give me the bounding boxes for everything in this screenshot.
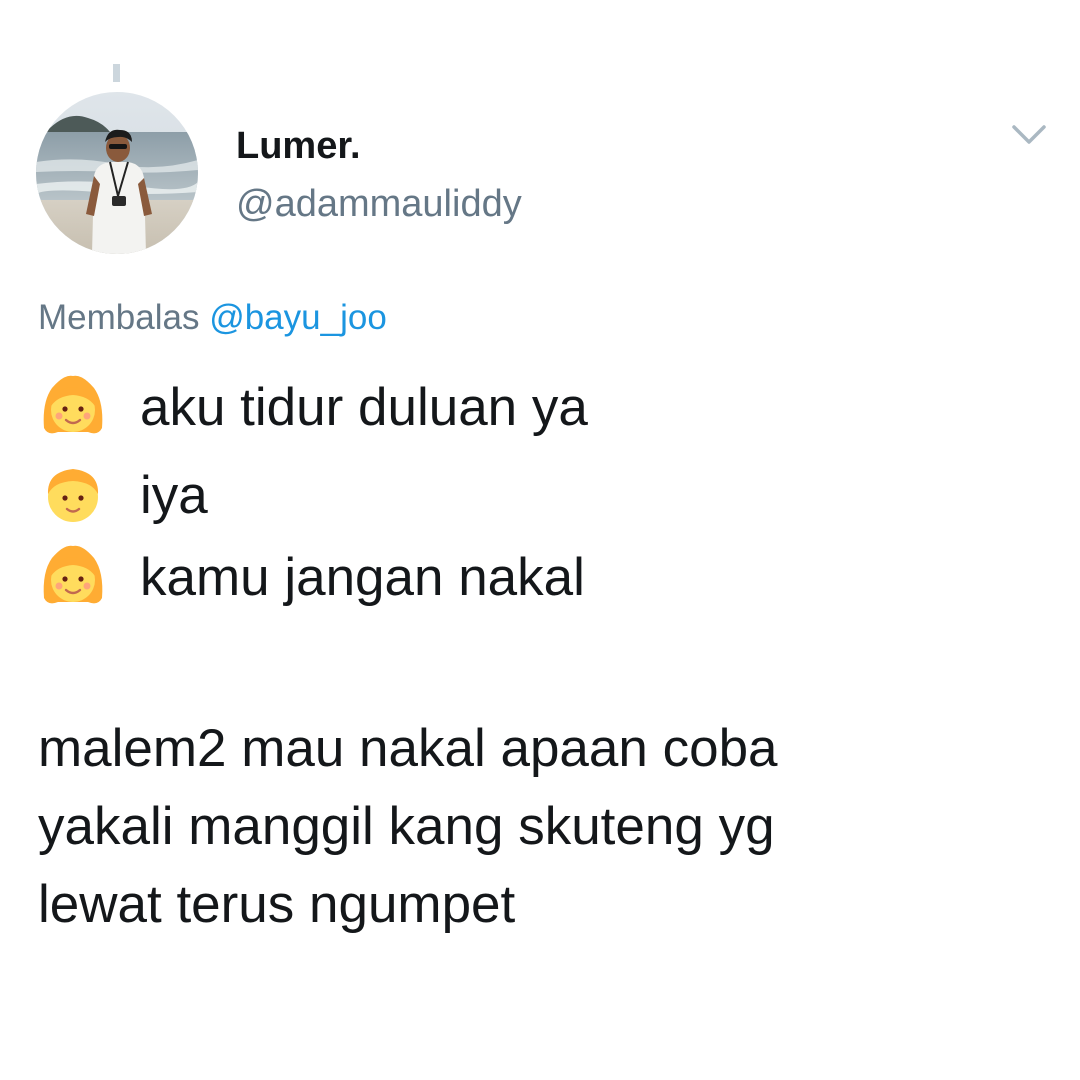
- author-handle[interactable]: @adammauliddy: [236, 183, 522, 226]
- chat-message: aku tidur duluan ya: [140, 377, 588, 437]
- chat-message: iya: [140, 465, 208, 525]
- tweet-body-line: lewat terus ngumpet: [38, 875, 516, 934]
- chat-line: iya: [38, 460, 208, 530]
- avatar[interactable]: [36, 92, 198, 254]
- tweet-body-line: malem2 mau nakal apaan coba: [38, 719, 778, 778]
- girl-emoji-icon: [38, 372, 108, 442]
- author-display-name[interactable]: Lumer.: [236, 125, 361, 168]
- tweet-body: malem2 mau nakal apaan coba yakali mangg…: [38, 710, 1038, 944]
- girl-emoji-icon: [38, 542, 108, 612]
- tweet-menu-button[interactable]: [1010, 122, 1048, 148]
- boy-emoji-icon: [38, 460, 108, 530]
- chat-line: kamu jangan nakal: [38, 542, 585, 612]
- chevron-down-icon: [1012, 125, 1046, 144]
- thread-connector-line: [113, 64, 120, 82]
- reply-prefix: Membalas: [38, 298, 200, 337]
- chat-message: kamu jangan nakal: [140, 547, 585, 607]
- reply-to-handle[interactable]: @bayu_joo: [209, 298, 387, 337]
- chat-line: aku tidur duluan ya: [38, 372, 588, 442]
- reply-context: Membalas @bayu_joo: [38, 298, 387, 338]
- tweet-body-line: yakali manggil kang skuteng yg: [38, 797, 775, 856]
- avatar-photo-icon: [36, 92, 198, 254]
